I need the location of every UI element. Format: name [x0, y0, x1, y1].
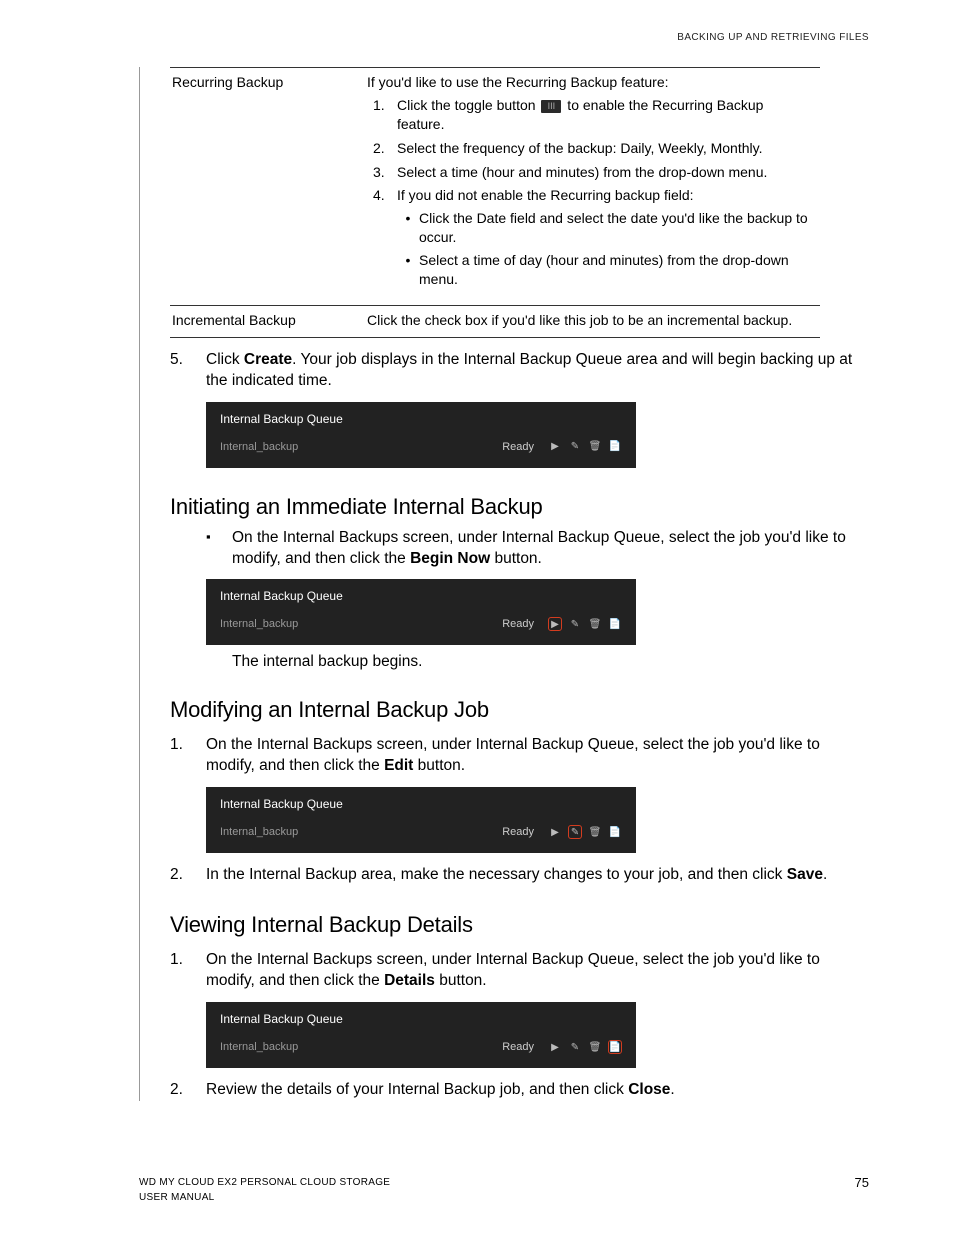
sec3-step1: 1. On the Internal Backups screen, under…	[170, 950, 869, 992]
recurring-step-num: 2.	[367, 139, 397, 158]
recurring-intro: If you'd like to use the Recurring Backu…	[367, 73, 814, 92]
heading-modifying: Modifying an Internal Backup Job	[170, 697, 869, 723]
heading-initiating: Initiating an Immediate Internal Backup	[170, 494, 869, 520]
settings-table: Recurring Backup If you'd like to use th…	[170, 67, 820, 338]
recurring-step1-text: Click the toggle button III to enable th…	[397, 96, 814, 134]
row-recurring-label: Recurring Backup	[170, 68, 365, 306]
details-icon: 📄	[608, 825, 622, 839]
footer-line2: USER MANUAL	[139, 1190, 390, 1205]
step-body: On the Internal Backups screen, under In…	[206, 950, 869, 992]
bold-save: Save	[787, 866, 823, 883]
text: button.	[490, 550, 542, 567]
text: If you did not enable the Recurring back…	[397, 187, 694, 203]
bullet-text: On the Internal Backups screen, under In…	[232, 528, 869, 570]
bold-details: Details	[384, 972, 435, 989]
text: button.	[413, 757, 465, 774]
bullet-icon: •	[397, 209, 419, 247]
heading-viewing: Viewing Internal Backup Details	[170, 912, 869, 938]
play-icon-highlighted: ▶	[548, 617, 562, 631]
bold-edit: Edit	[384, 757, 413, 774]
queue-item-name: Internal_backup	[220, 618, 502, 630]
queue-screenshot-2: Internal Backup Queue Internal_backup Re…	[206, 579, 636, 645]
edit-icon: ✎	[568, 440, 582, 454]
text: On the Internal Backups screen, under In…	[206, 951, 820, 989]
trash-icon: 🗑	[588, 617, 602, 631]
queue-item-name: Internal_backup	[220, 826, 502, 838]
queue-item-name: Internal_backup	[220, 1041, 502, 1053]
recurring-step4-text: If you did not enable the Recurring back…	[397, 186, 814, 292]
queue-title: Internal Backup Queue	[220, 589, 622, 603]
trash-icon: 🗑	[588, 1040, 602, 1054]
play-icon: ▶	[548, 1040, 562, 1054]
edit-icon-highlighted: ✎	[568, 825, 582, 839]
bullet-icon: •	[397, 251, 419, 289]
step-number: 2.	[170, 1080, 206, 1101]
page-header: BACKING UP AND RETRIEVING FILES	[85, 32, 869, 43]
text: On the Internal Backups screen, under In…	[206, 736, 820, 774]
details-icon-highlighted: 📄	[608, 1040, 622, 1054]
recurring-step-num: 1.	[367, 96, 397, 134]
edit-icon: ✎	[568, 617, 582, 631]
followup-text: The internal backup begins.	[232, 653, 869, 671]
page-number: 75	[855, 1175, 869, 1205]
row-incremental-label: Incremental Backup	[170, 305, 365, 337]
queue-screenshot-4: Internal Backup Queue Internal_backup Re…	[206, 1002, 636, 1068]
recurring-step-num: 4.	[367, 186, 397, 292]
bold-create: Create	[244, 351, 292, 368]
bold-begin-now: Begin Now	[410, 550, 490, 567]
sub-bullet-text: Click the Date field and select the date…	[419, 209, 814, 247]
step-number: 2.	[170, 865, 206, 886]
text: .	[823, 866, 827, 883]
step-number: 5.	[170, 350, 206, 392]
text: Review the details of your Internal Back…	[206, 1081, 628, 1098]
trash-icon: 🗑	[588, 825, 602, 839]
bullet-icon: ▪	[206, 528, 232, 570]
queue-item-status: Ready	[502, 618, 534, 630]
sec2-step1: 1. On the Internal Backups screen, under…	[170, 735, 869, 777]
main-content: Recurring Backup If you'd like to use th…	[139, 67, 869, 1101]
queue-title: Internal Backup Queue	[220, 412, 622, 426]
recurring-step3-text: Select a time (hour and minutes) from th…	[397, 163, 814, 182]
text: .	[670, 1081, 674, 1098]
details-icon: 📄	[608, 617, 622, 631]
queue-item-name: Internal_backup	[220, 441, 502, 453]
recurring-step2-text: Select the frequency of the backup: Dail…	[397, 139, 814, 158]
text: Click	[206, 351, 244, 368]
queue-screenshot-3: Internal Backup Queue Internal_backup Re…	[206, 787, 636, 853]
sec3-step2: 2. Review the details of your Internal B…	[170, 1080, 869, 1101]
step-number: 1.	[170, 950, 206, 992]
queue-title: Internal Backup Queue	[220, 797, 622, 811]
text: Click the toggle button	[397, 97, 539, 113]
queue-item-status: Ready	[502, 441, 534, 453]
text: In the Internal Backup area, make the ne…	[206, 866, 787, 883]
step-body: On the Internal Backups screen, under In…	[206, 735, 869, 777]
step-number: 1.	[170, 735, 206, 777]
footer-line1: WD MY CLOUD EX2 PERSONAL CLOUD STORAGE	[139, 1175, 390, 1190]
edit-icon: ✎	[568, 1040, 582, 1054]
step-5: 5. Click Create. Your job displays in th…	[170, 350, 869, 392]
recurring-step-num: 3.	[367, 163, 397, 182]
page-footer: WD MY CLOUD EX2 PERSONAL CLOUD STORAGE U…	[139, 1175, 869, 1205]
play-icon: ▶	[548, 825, 562, 839]
trash-icon: 🗑	[588, 440, 602, 454]
queue-item-status: Ready	[502, 1041, 534, 1053]
bold-close: Close	[628, 1081, 670, 1098]
play-icon: ▶	[548, 440, 562, 454]
row-incremental-body: Click the check box if you'd like this j…	[365, 305, 820, 337]
step-body: Review the details of your Internal Back…	[206, 1080, 869, 1101]
queue-screenshot-1: Internal Backup Queue Internal_backup Re…	[206, 402, 636, 468]
sub-bullet-text: Select a time of day (hour and minutes) …	[419, 251, 814, 289]
text: button.	[435, 972, 487, 989]
row-recurring-body: If you'd like to use the Recurring Backu…	[365, 68, 820, 306]
toggle-icon: III	[541, 100, 561, 113]
step-body: In the Internal Backup area, make the ne…	[206, 865, 869, 886]
queue-title: Internal Backup Queue	[220, 1012, 622, 1026]
text: . Your job displays in the Internal Back…	[206, 351, 852, 389]
sec2-step2: 2. In the Internal Backup area, make the…	[170, 865, 869, 886]
details-icon: 📄	[608, 440, 622, 454]
queue-item-status: Ready	[502, 826, 534, 838]
step-body: Click Create. Your job displays in the I…	[206, 350, 869, 392]
